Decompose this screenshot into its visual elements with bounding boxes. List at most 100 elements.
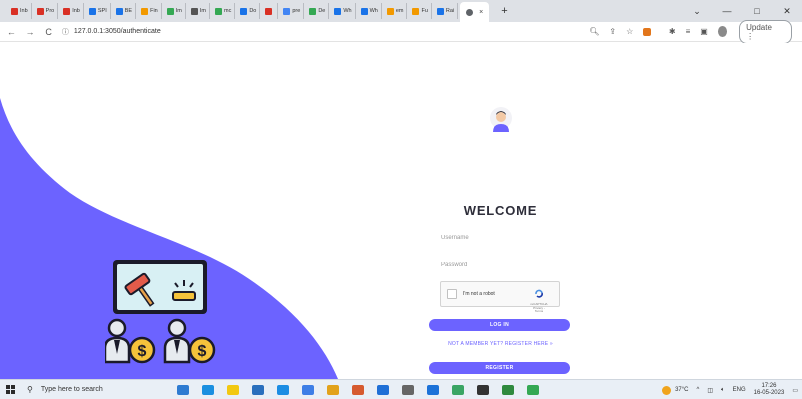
user-avatar-icon [490, 107, 512, 132]
volume-icon[interactable]: 🔈︎ [721, 387, 725, 394]
metamask-extension-icon[interactable] [643, 27, 651, 36]
auth-page: $ $ WELCOME I'm not a robot [0, 43, 802, 379]
tab-favicon-icon [436, 7, 444, 15]
forward-icon[interactable]: → [23, 27, 38, 37]
tab-label: De [318, 8, 326, 14]
taskbar-search[interactable]: ⚲ Type here to search [27, 382, 167, 398]
browser-tab[interactable]: Fin [138, 3, 162, 19]
taskbar-app-icon[interactable] [177, 384, 189, 395]
site-info-icon[interactable]: ⓘ [62, 27, 69, 37]
tab-favicon-icon [11, 7, 18, 15]
side-panel-icon[interactable]: ▣ [700, 27, 708, 36]
tray-overflow-icon[interactable]: ^ [697, 387, 700, 393]
register-link[interactable]: NOT A MEMBER YET? REGISTER HERE » [428, 341, 573, 347]
taskbar-app-icon[interactable] [427, 384, 439, 395]
tab-favicon-icon [334, 7, 342, 15]
update-label: Update [746, 22, 772, 32]
taskbar-app-icon[interactable] [252, 384, 264, 395]
browser-tab[interactable]: De [306, 3, 330, 19]
recaptcha-checkbox[interactable] [447, 289, 457, 299]
close-tab-icon[interactable]: × [479, 9, 483, 16]
windows-start-icon[interactable] [6, 385, 15, 394]
taskbar-app-icon[interactable] [402, 384, 414, 395]
tab-favicon-icon [412, 7, 420, 15]
login-button[interactable]: LOG IN [429, 319, 570, 331]
taskbar-app-icon[interactable] [527, 384, 539, 395]
close-window-button[interactable]: ✕ [772, 6, 802, 17]
welcome-heading: WELCOME [463, 203, 538, 218]
browser-tab[interactable] [262, 3, 279, 19]
zoom-icon[interactable]: 🔍︎ [589, 27, 599, 36]
browser-tab[interactable]: Im [188, 3, 210, 19]
tab-favicon-icon [214, 7, 222, 15]
browser-tab[interactable]: SPI [86, 3, 111, 19]
taskbar-app-icon[interactable] [302, 384, 314, 395]
recaptcha-label: I'm not a robot [463, 291, 495, 297]
weather-icon[interactable] [662, 385, 672, 395]
back-icon[interactable]: ← [4, 27, 19, 37]
browser-tab[interactable]: BE [113, 3, 137, 19]
browser-tab[interactable]: Wh [331, 3, 356, 19]
reading-list-icon[interactable]: ≡ [686, 27, 691, 36]
tab-label: BE [124, 8, 133, 14]
taskbar-app-icon[interactable] [327, 384, 339, 395]
active-tab[interactable]: × [460, 2, 490, 22]
chrome-icon [466, 8, 474, 16]
taskbar-app-icon[interactable] [452, 384, 464, 395]
share-icon[interactable]: ⇪ [609, 27, 616, 36]
new-tab-button[interactable]: + [501, 5, 507, 17]
tab-label: mc [223, 8, 232, 14]
tab-search-icon[interactable]: ⌄ [682, 6, 712, 17]
taskbar-app-icon[interactable] [477, 384, 489, 395]
browser-toolbar: ← → C ⓘ 127.0.0.1:3050/authenticate 🔍︎ ⇪… [0, 19, 802, 44]
browser-tab[interactable]: pre [280, 3, 305, 19]
notification-icon[interactable]: ▭ [792, 387, 798, 394]
svg-text:$: $ [198, 343, 207, 360]
clock[interactable]: 17:26 16-05-2023 [754, 383, 785, 397]
browser-tab[interactable]: Wh [358, 3, 382, 19]
network-icon[interactable]: ◫ [707, 387, 713, 394]
tab-favicon-icon [115, 7, 123, 15]
browser-tab[interactable]: Inb [60, 3, 84, 19]
browser-tab[interactable]: mc [212, 3, 236, 19]
address-bar[interactable]: ⓘ 127.0.0.1:3050/authenticate [62, 25, 565, 39]
tab-label: Do [249, 8, 257, 14]
tab-label: SPI [97, 8, 107, 14]
taskbar-app-icon[interactable] [202, 384, 214, 395]
bookmark-star-icon[interactable]: ☆ [626, 27, 633, 36]
register-button[interactable]: REGISTER [429, 362, 570, 374]
taskbar-app-icon[interactable] [352, 384, 364, 395]
browser-tab[interactable]: Fu [409, 3, 432, 19]
tab-favicon-icon [265, 7, 273, 15]
tab-label: Inb [72, 8, 80, 14]
username-input[interactable] [441, 231, 571, 245]
tab-label: Inb [20, 8, 28, 14]
browser-tab[interactable]: Pro [34, 3, 59, 19]
browser-tab[interactable]: Im [164, 3, 186, 19]
taskbar-app-icon[interactable] [277, 384, 289, 395]
language-indicator[interactable]: ENG [733, 387, 746, 393]
tab-label: Fu [421, 8, 428, 14]
profile-avatar[interactable] [717, 26, 728, 37]
search-icon: ⚲ [27, 385, 33, 394]
extensions-icon[interactable]: ✱ [669, 27, 676, 36]
browser-tab[interactable]: em [384, 3, 408, 19]
browser-tab[interactable]: Rai [434, 3, 459, 19]
url-text: 127.0.0.1:3050/authenticate [73, 28, 161, 35]
tab-label: em [395, 8, 404, 14]
minimize-button[interactable]: — [712, 6, 742, 16]
browser-tab[interactable]: Do [237, 3, 261, 19]
maximize-button[interactable]: □ [742, 6, 772, 16]
taskbar-app-icon[interactable] [502, 384, 514, 395]
svg-text:$: $ [138, 343, 147, 360]
taskbar-app-icon[interactable] [227, 384, 239, 395]
reload-icon[interactable]: C [41, 27, 56, 37]
taskbar-app-icon[interactable] [377, 384, 389, 395]
browser-tab[interactable]: Inb [8, 3, 32, 19]
recaptcha-terms[interactable]: Privacy - Terms [529, 306, 549, 314]
tab-label: Rai [445, 8, 455, 14]
password-input[interactable] [441, 258, 571, 272]
weather-temp[interactable]: 37°C [675, 387, 688, 393]
clock-date: 16-05-2023 [753, 390, 785, 396]
update-button[interactable]: Update ⋮ [739, 19, 792, 44]
